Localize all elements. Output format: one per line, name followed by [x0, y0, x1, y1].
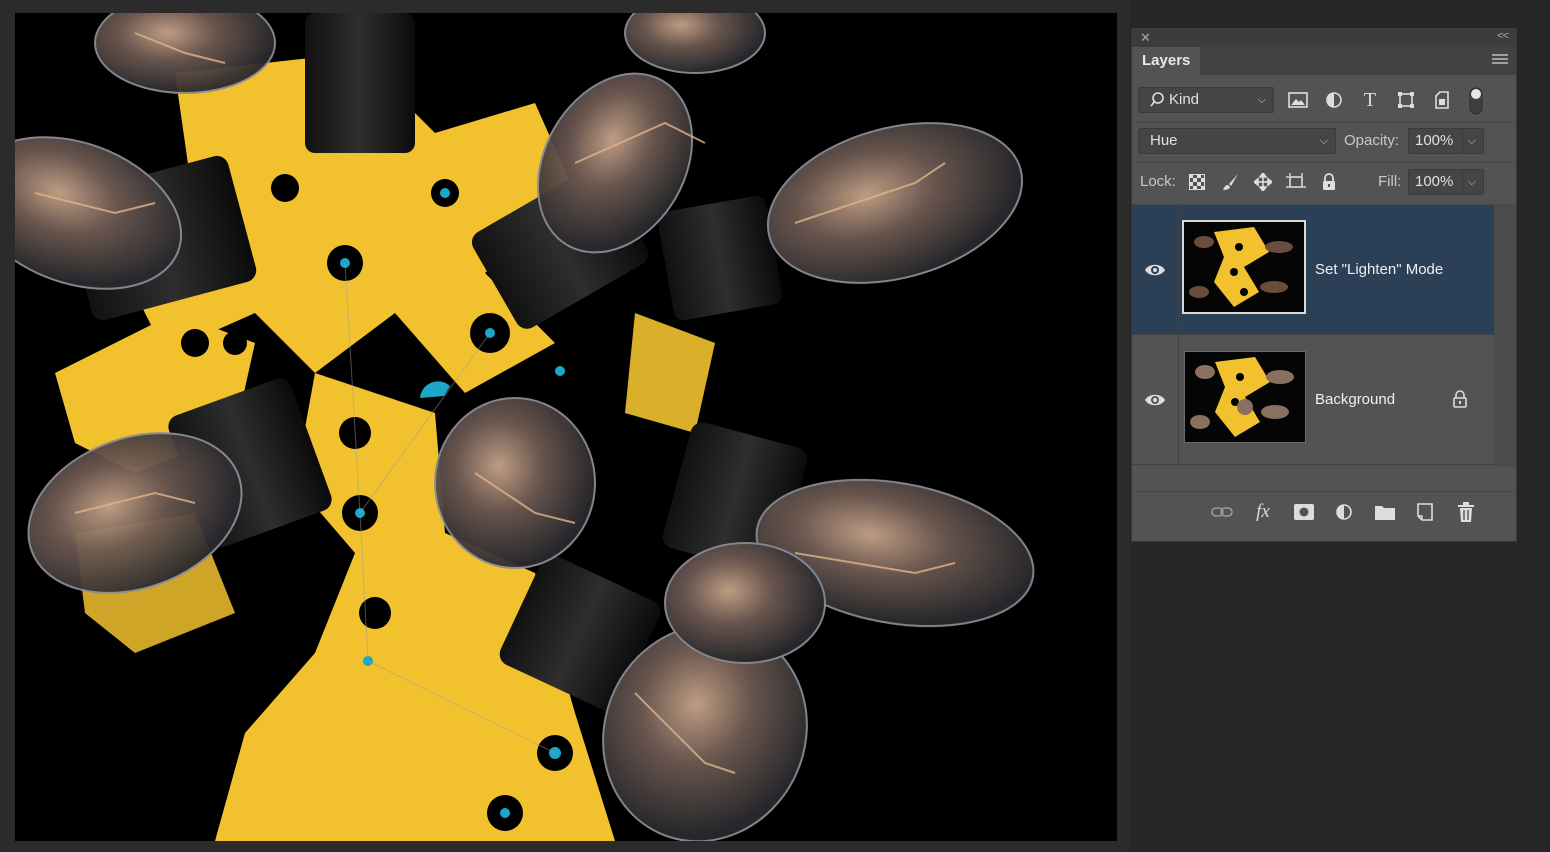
- layer-thumbnail: [1182, 220, 1306, 314]
- lock-artboard-icon[interactable]: [1285, 171, 1307, 193]
- new-layer-icon[interactable]: [1413, 500, 1437, 524]
- fx-icon[interactable]: fx: [1251, 500, 1275, 524]
- panel-titlebar: ✕ <<: [1132, 29, 1516, 47]
- panel-bottom-toolbar: fx: [1132, 491, 1516, 532]
- lock-label: Lock:: [1140, 173, 1176, 190]
- layer-row[interactable]: Set "Lighten" Mode: [1132, 205, 1494, 335]
- tab-layers[interactable]: Layers: [1132, 47, 1201, 75]
- canvas-area: [0, 0, 1130, 852]
- fill-label: Fill:: [1378, 173, 1402, 190]
- opacity-value: 100%: [1415, 132, 1454, 149]
- filter-kind-label: Kind: [1169, 91, 1200, 108]
- scrollbar[interactable]: [1494, 205, 1516, 467]
- new-adjustment-icon[interactable]: [1332, 500, 1356, 524]
- type-filter-icon[interactable]: T: [1359, 89, 1381, 111]
- trash-icon[interactable]: [1454, 500, 1478, 524]
- search-icon: [1149, 88, 1165, 120]
- filter-kind-dropdown[interactable]: Kind ⌵: [1138, 87, 1274, 113]
- eye-icon[interactable]: [1144, 259, 1166, 281]
- chevron-down-icon[interactable]: ⌵: [1468, 129, 1476, 153]
- chevron-down-icon[interactable]: ⌵: [1468, 170, 1476, 194]
- lock-position-icon[interactable]: [1252, 171, 1274, 193]
- blend-mode-dropdown[interactable]: Hue ⌵: [1138, 128, 1336, 154]
- canvas-image: [15, 13, 1117, 841]
- layer-name[interactable]: Background: [1315, 391, 1395, 408]
- panel-tabbar: Layers: [1132, 47, 1516, 75]
- close-icon[interactable]: ✕: [1140, 30, 1151, 46]
- double-chevron-left-icon[interactable]: <<: [1497, 30, 1509, 42]
- lock-image-pixels-icon[interactable]: [1220, 171, 1242, 193]
- filter-toggle-icon[interactable]: [1467, 87, 1485, 115]
- fill-value: 100%: [1415, 173, 1454, 190]
- lock-transparent-pixels-icon[interactable]: [1186, 171, 1208, 193]
- link-layers-icon[interactable]: [1210, 500, 1234, 524]
- fill-field[interactable]: 100% ⌵: [1408, 169, 1484, 195]
- shape-filter-icon[interactable]: [1395, 89, 1417, 111]
- panel-menu-icon[interactable]: [1492, 54, 1508, 68]
- divider: [1132, 162, 1516, 163]
- document-canvas[interactable]: [15, 13, 1117, 841]
- layers-panel: ✕ << Layers Kind ⌵ T Hue ⌵ Opacity: 100%…: [1131, 28, 1517, 542]
- image-filter-icon[interactable]: [1287, 89, 1309, 111]
- new-group-icon[interactable]: [1373, 500, 1397, 524]
- layer-row[interactable]: Background: [1132, 335, 1494, 465]
- add-mask-icon[interactable]: [1292, 500, 1316, 524]
- opacity-field[interactable]: 100% ⌵: [1408, 128, 1484, 154]
- blend-mode-value: Hue: [1150, 132, 1178, 149]
- chevron-down-icon: ⌵: [1257, 94, 1266, 106]
- eye-icon[interactable]: [1144, 389, 1166, 411]
- chevron-down-icon: ⌵: [1319, 135, 1328, 147]
- lock-icon[interactable]: [1452, 390, 1468, 413]
- smart-object-filter-icon[interactable]: [1431, 89, 1453, 111]
- layer-name[interactable]: Set "Lighten" Mode: [1315, 261, 1443, 278]
- opacity-label: Opacity:: [1344, 132, 1400, 149]
- lock-all-icon[interactable]: [1318, 171, 1340, 193]
- adjustment-filter-icon[interactable]: [1323, 89, 1345, 111]
- layer-thumbnail: [1184, 351, 1306, 443]
- layers-list: Set "Lighten" Mode Background: [1132, 205, 1494, 467]
- divider: [1132, 122, 1516, 123]
